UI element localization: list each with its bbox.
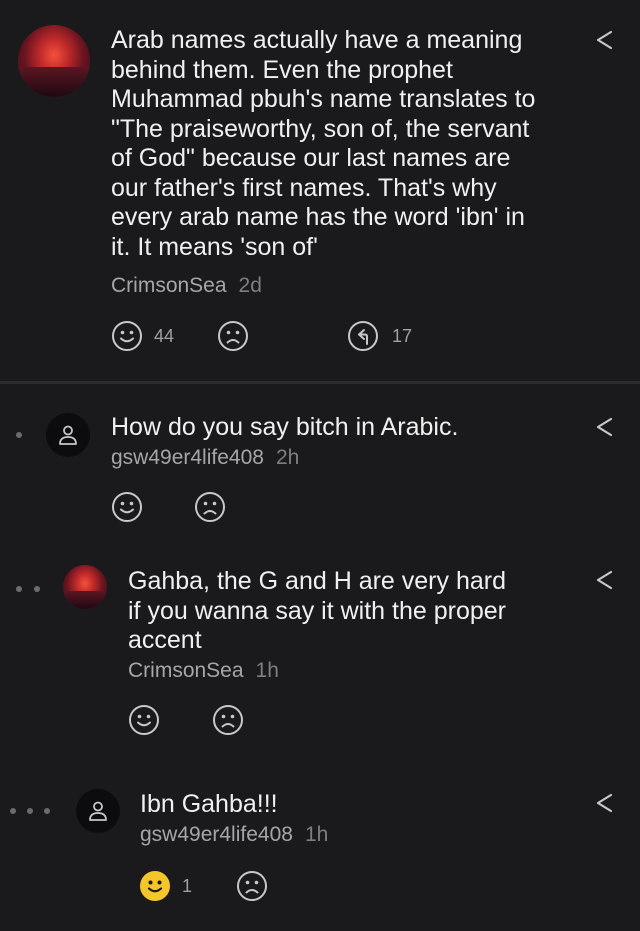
avatar[interactable]	[63, 565, 107, 609]
dislike-frown-icon[interactable]	[236, 870, 268, 902]
thread-depth-dot	[27, 808, 33, 814]
comment-age: 2d	[238, 274, 262, 297]
like-count: 1	[182, 876, 193, 896]
avatar[interactable]	[76, 789, 120, 833]
thread-divider	[0, 381, 640, 384]
thread-depth-dot	[34, 586, 40, 592]
thread-depth-dot	[16, 586, 22, 592]
comment-4: Ibn Gahba!!! gsw49er4life408 1h 1	[0, 770, 640, 931]
reply-count: 17	[392, 326, 413, 346]
share-icon[interactable]	[594, 29, 616, 51]
share-icon[interactable]	[594, 792, 616, 814]
thread-depth-dot	[16, 432, 22, 438]
like-count: 44	[154, 326, 175, 346]
user-icon	[59, 425, 77, 445]
like-smiley-icon[interactable]	[128, 704, 160, 736]
like-smiley-icon[interactable]	[139, 870, 171, 902]
comment-text: Ibn Gahba!!!	[140, 790, 278, 818]
comment-3: Gahba, the G and H are very hard if you …	[0, 545, 640, 755]
share-icon[interactable]	[594, 569, 616, 591]
avatar[interactable]	[18, 25, 90, 97]
comment-text: Arab names actually have a meaning behin…	[111, 26, 536, 261]
comment-meta: CrimsonSea 1h	[128, 659, 279, 683]
dislike-frown-icon[interactable]	[212, 704, 244, 736]
author-name[interactable]: CrimsonSea	[128, 659, 244, 682]
author-name[interactable]: gsw49er4life408	[140, 823, 293, 846]
thread-depth-dot	[44, 808, 50, 814]
comment-age: 2h	[275, 446, 300, 469]
comment-meta: gsw49er4life408 2h	[111, 446, 299, 470]
comment-2: How do you say bitch in Arabic. gsw49er4…	[0, 385, 640, 545]
thread-depth-dot	[10, 808, 16, 814]
dislike-frown-icon[interactable]	[194, 491, 226, 523]
author-name[interactable]: CrimsonSea	[111, 274, 227, 297]
like-smiley-icon[interactable]	[111, 491, 143, 523]
share-icon[interactable]	[594, 416, 616, 438]
comment-meta: CrimsonSea 2d	[111, 274, 262, 298]
dislike-frown-icon[interactable]	[217, 320, 249, 352]
comment-age: 1h	[304, 823, 329, 846]
comment-text: Gahba, the G and H are very hard if you …	[128, 567, 506, 654]
user-icon	[89, 801, 107, 821]
comment-text: How do you say bitch in Arabic.	[111, 413, 459, 441]
comment-age: 1h	[255, 659, 279, 682]
reply-icon[interactable]	[347, 320, 379, 352]
like-smiley-icon[interactable]	[111, 320, 143, 352]
comment-1: Arab names actually have a meaning behin…	[0, 0, 640, 382]
avatar[interactable]	[46, 413, 90, 457]
author-name[interactable]: gsw49er4life408	[111, 446, 264, 469]
comment-meta: gsw49er4life408 1h	[140, 823, 328, 847]
